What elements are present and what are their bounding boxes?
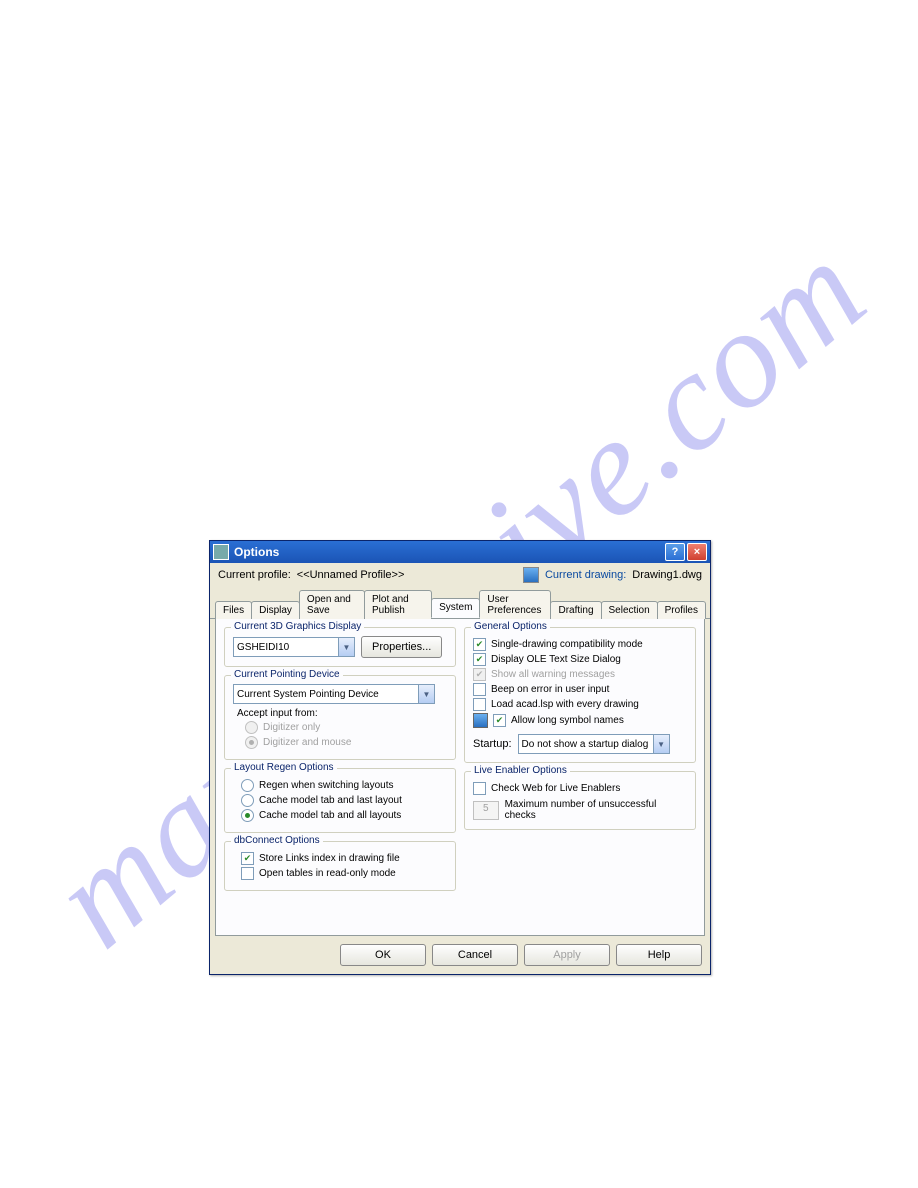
check-long-names[interactable]: ✔ [493,714,506,727]
graphics-combo-value: GSHEIDI10 [234,642,338,653]
tab-drafting[interactable]: Drafting [550,601,601,619]
chevron-down-icon[interactable]: ▼ [338,638,354,656]
legend-live: Live Enabler Options [471,765,570,776]
tab-display[interactable]: Display [251,601,300,619]
close-icon[interactable]: × [687,543,707,561]
radio-digitizer-mouse-label: Digitizer and mouse [263,737,351,748]
check-load-acadlsp[interactable]: ✔ [473,698,486,711]
window-title: Options [234,545,279,559]
drawing-value: Drawing1.dwg [632,569,702,581]
tab-user-preferences[interactable]: User Preferences [479,590,551,619]
chevron-down-icon[interactable]: ▼ [653,735,669,753]
cancel-button[interactable]: Cancel [432,944,518,966]
group-live-enabler: Live Enabler Options ✔ Check Web for Liv… [464,771,696,830]
legend-regen: Layout Regen Options [231,762,337,773]
check-readonly-tables-label: Open tables in read-only mode [259,868,396,879]
info-icon [473,713,488,728]
check-readonly-tables[interactable]: ✔ [241,867,254,880]
max-checks-input: 5 [473,801,499,820]
check-single-drawing-label: Single-drawing compatibility mode [491,639,643,650]
graphics-combo[interactable]: GSHEIDI10 ▼ [233,637,355,657]
pointing-combo[interactable]: Current System Pointing Device ▼ [233,684,435,704]
tab-plot-and-publish[interactable]: Plot and Publish [364,590,432,619]
tab-profiles[interactable]: Profiles [657,601,706,619]
help-button[interactable]: Help [616,944,702,966]
radio-regen-switching[interactable] [241,779,254,792]
check-beep-error[interactable]: ✔ [473,683,486,696]
pointing-combo-value: Current System Pointing Device [234,689,418,700]
legend-pointing: Current Pointing Device [231,669,343,680]
check-show-warnings: ✔ [473,668,486,681]
check-ole-dialog[interactable]: ✔ [473,653,486,666]
radio-regen-switching-label: Regen when switching layouts [259,780,394,791]
properties-button[interactable]: Properties... [361,636,442,658]
legend-graphics: Current 3D Graphics Display [231,621,364,632]
group-graphics-display: Current 3D Graphics Display GSHEIDI10 ▼ … [224,627,456,667]
radio-cache-all[interactable] [241,809,254,822]
group-general-options: General Options ✔ Single-drawing compati… [464,627,696,763]
check-web-live[interactable]: ✔ [473,782,486,795]
startup-combo[interactable]: Do not show a startup dialog ▼ [518,734,670,754]
legend-dbconnect: dbConnect Options [231,835,323,846]
check-long-names-label: Allow long symbol names [511,715,624,726]
tab-selection[interactable]: Selection [601,601,658,619]
check-store-links-label: Store Links index in drawing file [259,853,400,864]
apply-button: Apply [524,944,610,966]
drawing-label: Current drawing: [545,569,626,581]
options-dialog: Options ? × Current profile: <<Unnamed P… [209,540,711,975]
ok-button[interactable]: OK [340,944,426,966]
radio-cache-last[interactable] [241,794,254,807]
tabstrip: Files Display Open and Save Plot and Pub… [210,589,710,619]
header-row: Current profile: <<Unnamed Profile>> Cur… [210,563,710,589]
accept-input-label: Accept input from: [237,708,447,719]
group-pointing-device: Current Pointing Device Current System P… [224,675,456,760]
tab-open-and-save[interactable]: Open and Save [299,590,365,619]
group-dbconnect: dbConnect Options ✔ Store Links index in… [224,841,456,891]
check-beep-error-label: Beep on error in user input [491,684,609,695]
tab-system[interactable]: System [431,598,480,618]
dialog-button-row: OK Cancel Apply Help [210,936,710,974]
radio-digitizer-only [245,721,258,734]
check-load-acadlsp-label: Load acad.lsp with every drawing [491,699,639,710]
check-single-drawing[interactable]: ✔ [473,638,486,651]
profile-value: <<Unnamed Profile>> [297,569,417,581]
max-checks-label: Maximum number of unsuccessful checks [505,799,687,821]
titlebar: Options ? × [210,541,710,563]
radio-digitizer-only-label: Digitizer only [263,722,320,733]
startup-label: Startup: [473,738,512,750]
profile-label: Current profile: [218,569,291,581]
startup-combo-value: Do not show a startup dialog [519,739,653,750]
check-web-live-label: Check Web for Live Enablers [491,783,620,794]
radio-digitizer-mouse [245,736,258,749]
legend-general: General Options [471,621,550,632]
app-icon [213,544,229,560]
drawing-icon [523,567,539,583]
radio-cache-all-label: Cache model tab and all layouts [259,810,401,821]
radio-cache-last-label: Cache model tab and last layout [259,795,402,806]
check-show-warnings-label: Show all warning messages [491,669,615,680]
tab-files[interactable]: Files [215,601,252,619]
check-store-links[interactable]: ✔ [241,852,254,865]
help-icon[interactable]: ? [665,543,685,561]
tab-panel-system: Current 3D Graphics Display GSHEIDI10 ▼ … [215,619,705,936]
check-ole-dialog-label: Display OLE Text Size Dialog [491,654,621,665]
chevron-down-icon[interactable]: ▼ [418,685,434,703]
group-layout-regen: Layout Regen Options Regen when switchin… [224,768,456,833]
